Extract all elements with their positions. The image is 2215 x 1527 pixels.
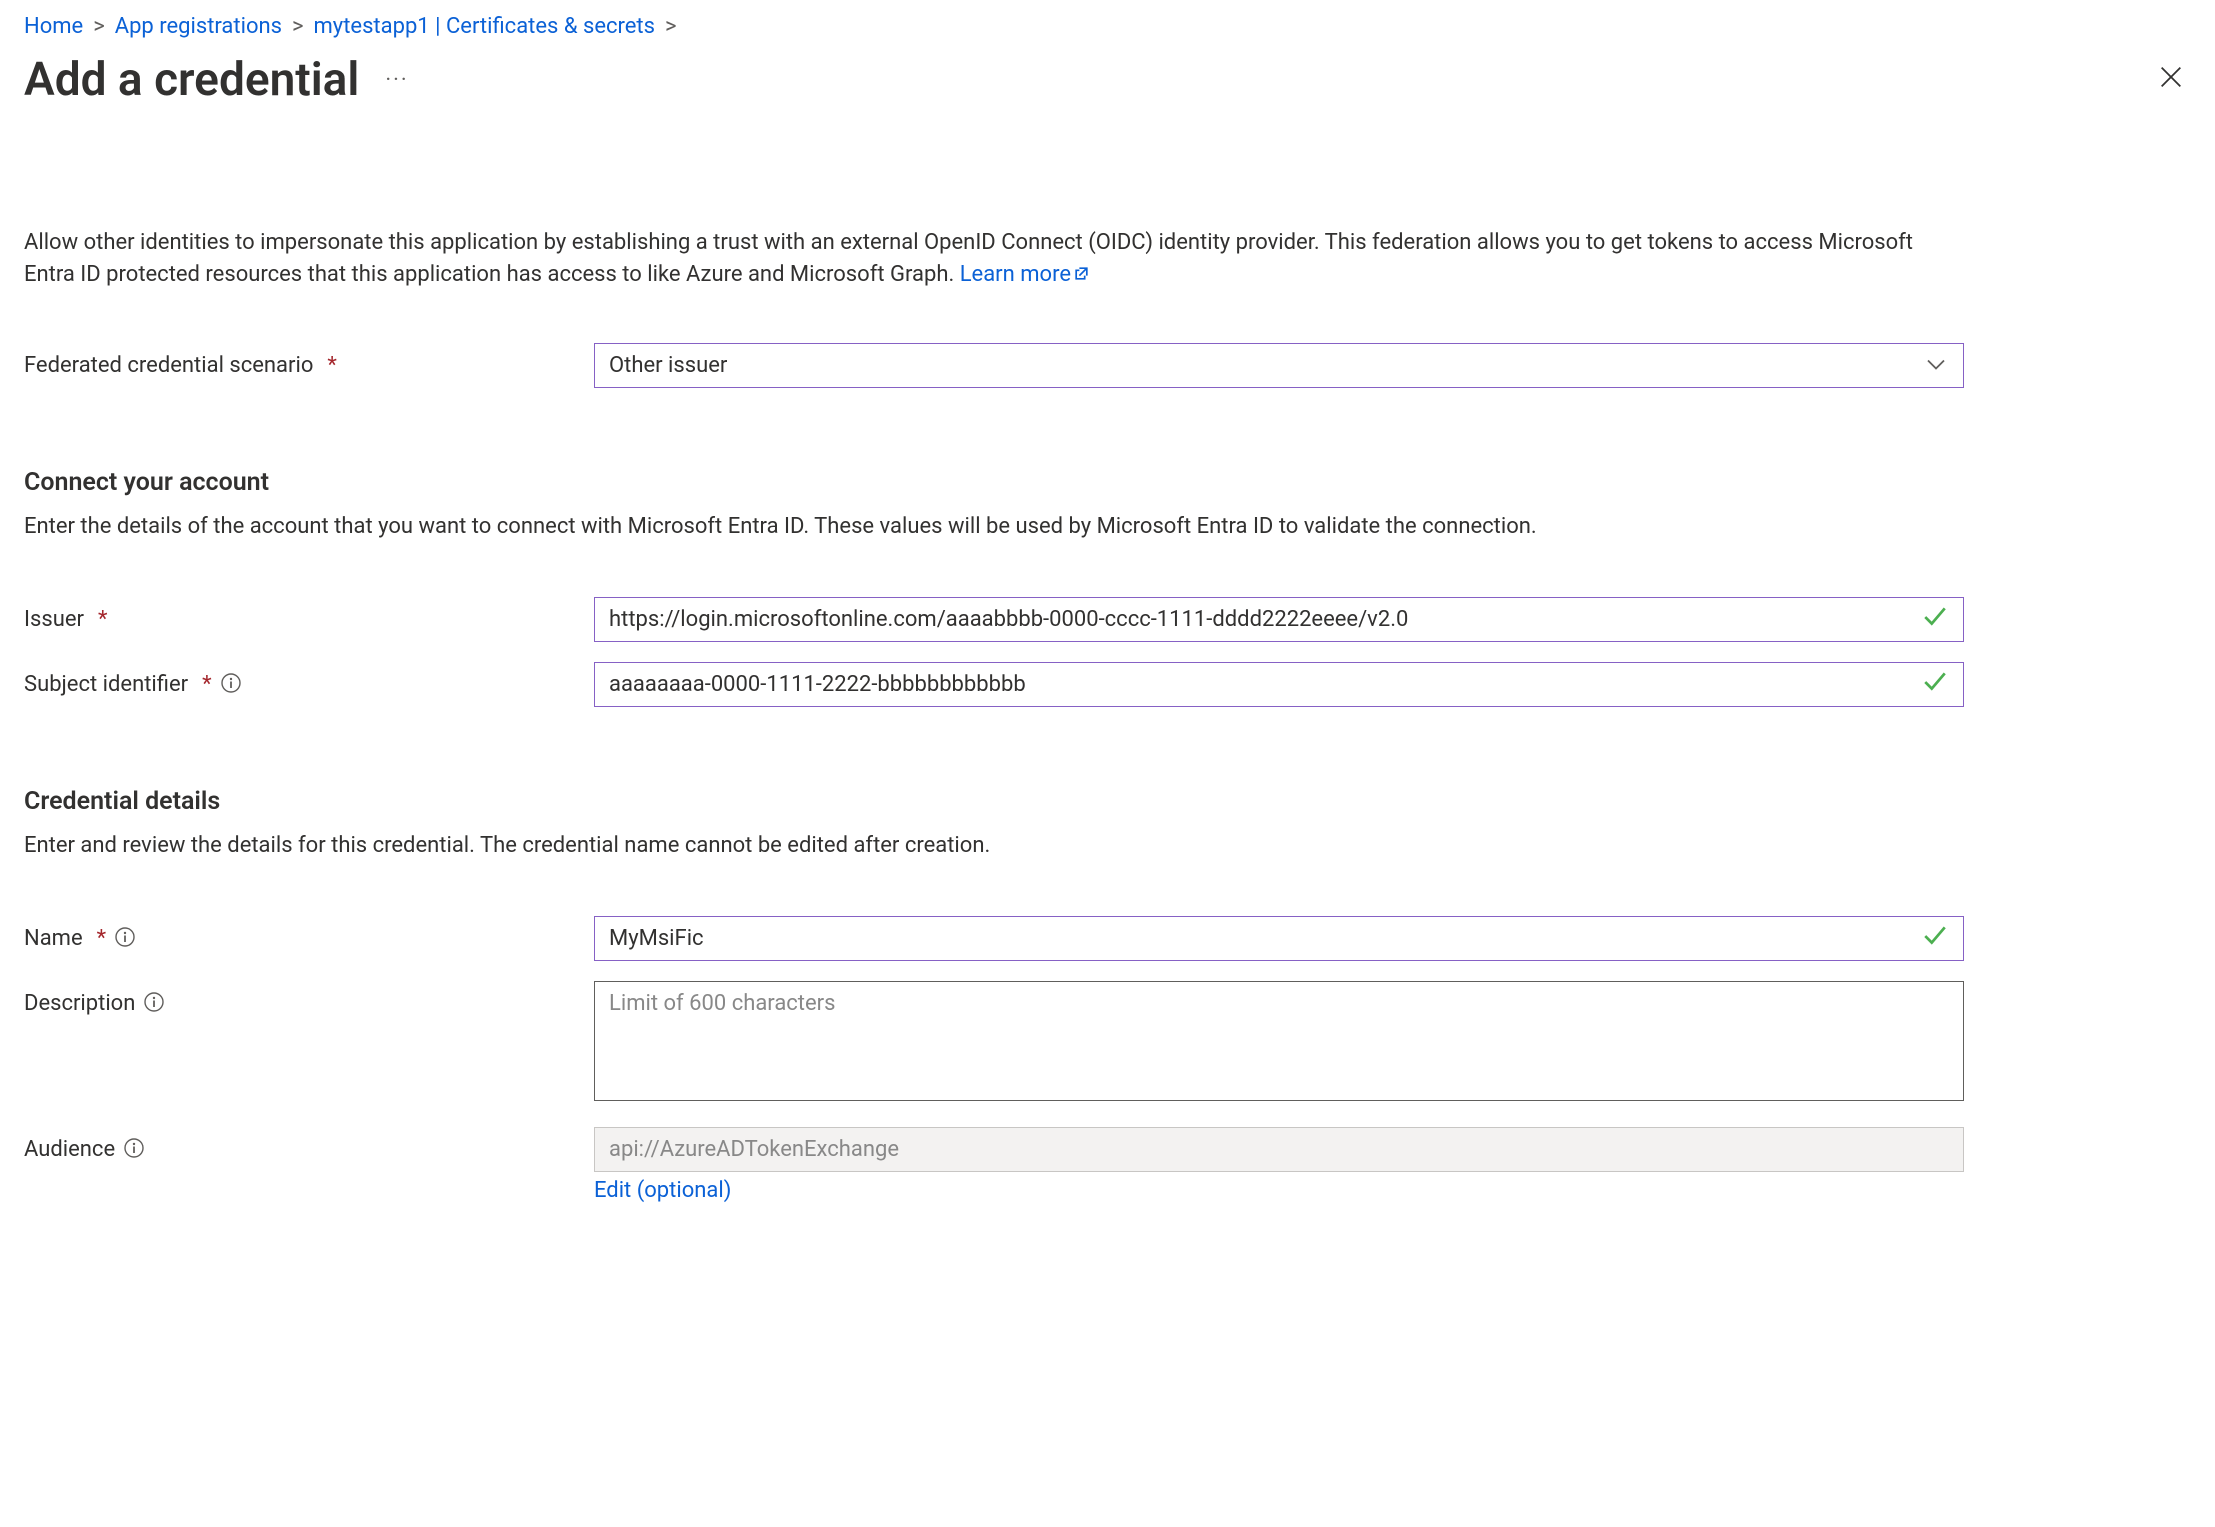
subject-identifier-label: Subject identifier* <box>24 662 594 697</box>
breadcrumb-item-home[interactable]: Home <box>24 14 83 39</box>
chevron-right-icon: > <box>665 14 677 39</box>
chevron-right-icon: > <box>292 14 304 39</box>
chevron-right-icon: > <box>93 14 105 39</box>
name-label: Name* <box>24 916 594 951</box>
info-icon[interactable] <box>114 926 136 951</box>
title-row: Add a credential ··· <box>24 53 2191 107</box>
info-icon[interactable] <box>143 991 165 1016</box>
description-label: Description <box>24 981 594 1016</box>
issuer-label: Issuer* <box>24 597 594 632</box>
breadcrumb-item-certificates-secrets[interactable]: mytestapp1 | Certificates & secrets <box>314 14 655 39</box>
connect-account-desc: Enter the details of the account that yo… <box>24 511 1924 543</box>
audience-label: Audience <box>24 1127 594 1162</box>
audience-input <box>594 1127 1964 1172</box>
scenario-label: Federated credential scenario* <box>24 343 594 378</box>
connect-account-heading: Connect your account <box>24 468 2191 497</box>
name-input[interactable] <box>594 916 1964 961</box>
scenario-select[interactable]: Other issuer <box>594 343 1964 388</box>
credential-details-desc: Enter and review the details for this cr… <box>24 830 1924 862</box>
close-icon <box>2157 63 2185 91</box>
intro-paragraph: Allow other identities to impersonate th… <box>24 227 1924 291</box>
audience-edit-link[interactable]: Edit (optional) <box>594 1178 731 1203</box>
external-link-icon <box>1071 262 1090 287</box>
more-actions-button[interactable]: ··· <box>381 64 412 97</box>
close-button[interactable] <box>2151 57 2191 103</box>
breadcrumb-item-app-registrations[interactable]: App registrations <box>115 14 282 39</box>
breadcrumb: Home > App registrations > mytestapp1 | … <box>24 14 2191 39</box>
subject-identifier-input[interactable] <box>594 662 1964 707</box>
credential-details-heading: Credential details <box>24 787 2191 816</box>
issuer-input[interactable] <box>594 597 1964 642</box>
description-textarea[interactable] <box>594 981 1964 1101</box>
learn-more-link[interactable]: Learn more <box>960 262 1090 287</box>
info-icon[interactable] <box>123 1137 145 1162</box>
page-title: Add a credential <box>24 53 359 107</box>
info-icon[interactable] <box>220 672 242 697</box>
